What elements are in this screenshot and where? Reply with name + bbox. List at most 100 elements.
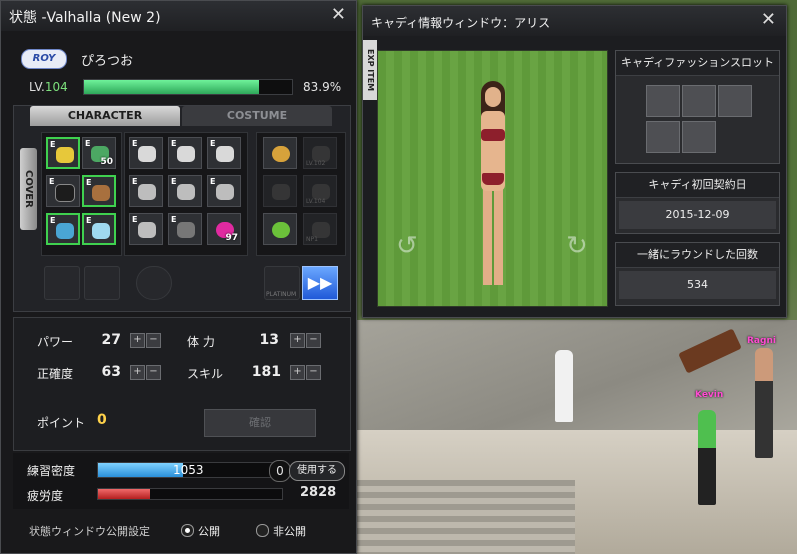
equip-group-items: LV.102 LV.104 NP1 (256, 132, 346, 256)
fast-forward-button[interactable]: ▶▶ (302, 266, 338, 300)
use-button[interactable]: 使用する (289, 461, 345, 481)
club-slot-7[interactable]: E (129, 213, 163, 245)
caddie-info-window: キャディ情報ウィンドウ：アリス ✕ EXP ITEM ↺ ↻ キャディファッショ… (362, 5, 787, 318)
accuracy-plus-button[interactable]: + (130, 365, 145, 380)
cover-toggle[interactable]: COVER (20, 148, 37, 230)
glove-icon (92, 185, 110, 201)
power-minus-button[interactable]: − (146, 333, 161, 348)
npc-ragni[interactable] (755, 348, 773, 458)
skill-plus-button[interactable]: + (290, 365, 305, 380)
item-slot-4[interactable]: LV.104 (303, 175, 337, 207)
item-slot-2[interactable]: LV.102 (303, 137, 337, 169)
close-icon[interactable]: ✕ (331, 4, 346, 25)
player-nickname: ぴろつお (81, 54, 134, 69)
rotate-left-icon[interactable]: ↺ (396, 231, 418, 261)
hair-slot-icon[interactable] (646, 85, 680, 117)
caddie-titlebar[interactable]: キャディ情報ウィンドウ：アリス ✕ (363, 6, 786, 36)
club-slot-1[interactable]: E (129, 137, 163, 169)
glove-slot-icon[interactable] (646, 121, 680, 153)
equip-mark-icon: E (49, 177, 55, 186)
rotate-right-icon[interactable]: ↻ (566, 231, 588, 261)
platinum-slot[interactable]: PLATINUM (264, 266, 300, 300)
skill-value: 181 (251, 364, 281, 380)
public-radio[interactable] (181, 524, 194, 537)
npc-white[interactable] (555, 350, 573, 422)
hat-icon (56, 147, 74, 163)
sub-slot-1[interactable] (44, 266, 80, 300)
iron-icon (216, 184, 234, 200)
caddie-head (485, 87, 501, 107)
hat-slot[interactable]: E (46, 137, 80, 169)
club-slot-5[interactable]: E (168, 175, 202, 207)
fashion-slot-box: キャディファッションスロット (615, 50, 780, 164)
item-slot-6[interactable]: NP1 (303, 213, 337, 245)
accuracy-minus-button[interactable]: − (146, 365, 161, 380)
item-slot-1[interactable] (263, 137, 297, 169)
level-label: LV.104 (29, 80, 68, 94)
practice-pill: 0 (269, 460, 291, 482)
npc-name-kevin: Kevin (695, 390, 724, 400)
practice-bar: 1053 (97, 462, 283, 478)
close-icon[interactable]: ✕ (761, 9, 776, 30)
shoe-slot-icon[interactable] (682, 121, 716, 153)
club-slot-8[interactable]: E (168, 213, 202, 245)
equip-mark-icon: E (210, 177, 216, 186)
slot-level-text: NP1 (306, 236, 318, 243)
lock-icon (272, 184, 290, 200)
club-slot-6[interactable]: E (207, 175, 241, 207)
slot-count: 97 (225, 233, 238, 243)
top-slot-icon[interactable] (682, 85, 716, 117)
shoes-slot[interactable]: E (82, 213, 116, 245)
contract-date-title: キャディ初回契約日 (616, 173, 779, 198)
ball-slot[interactable]: 97 (207, 213, 241, 245)
iron-icon (138, 184, 156, 200)
equip-group-clubs: E E E E E E E E 97 (124, 132, 248, 256)
points-value: 0 (97, 412, 107, 428)
sub-slot-2[interactable] (84, 266, 120, 300)
sub-slot-3[interactable] (136, 266, 172, 300)
pants-slot[interactable]: E (46, 213, 80, 245)
shirt-icon (55, 184, 75, 202)
fatigue-bar-fill (98, 489, 150, 499)
item-slot-3[interactable] (263, 175, 297, 207)
club-slot-4[interactable]: E (129, 175, 163, 207)
fatigue-bar (97, 488, 283, 500)
bottom-slot-icon[interactable] (718, 85, 752, 117)
pants-icon (56, 223, 74, 239)
visibility-label: 状態ウィンドウ公開設定 (29, 525, 150, 538)
tab-costume[interactable]: COSTUME (182, 106, 332, 126)
tab-character[interactable]: CHARACTER (30, 106, 180, 126)
driver-icon (138, 146, 156, 162)
slot-count: 50 (100, 157, 113, 167)
glove-slot[interactable]: E (82, 175, 116, 207)
shoes-icon (92, 223, 110, 239)
equip-group-clothes: E E 50 E E E E (41, 132, 122, 256)
shirt-slot[interactable]: E (46, 175, 80, 207)
private-radio[interactable] (256, 524, 269, 537)
rounds-title: 一緒にラウンドした回数 (616, 243, 779, 268)
accessory-slot[interactable]: E 50 (82, 137, 116, 169)
club-slot-3[interactable]: E (207, 137, 241, 169)
stamina-minus-button[interactable]: − (306, 333, 321, 348)
skill-label: スキル (187, 367, 224, 381)
skill-minus-button[interactable]: − (306, 365, 321, 380)
exp-item-tab[interactable]: EXP ITEM (363, 40, 377, 100)
caddie-model-viewer[interactable]: ↺ ↻ (377, 50, 608, 307)
power-plus-button[interactable]: + (130, 333, 145, 348)
fatigue-label: 疲労度 (27, 489, 64, 503)
xp-bar (83, 79, 293, 95)
level-value: 104 (44, 80, 68, 94)
contract-date-box: キャディ初回契約日 2015-12-09 (615, 172, 780, 234)
confirm-button[interactable]: 確認 (204, 409, 316, 437)
club-slot-2[interactable]: E (168, 137, 202, 169)
public-label[interactable]: 公開 (198, 523, 220, 539)
caddie-legs (483, 185, 503, 285)
private-label[interactable]: 非公開 (273, 523, 306, 539)
caddie-title: キャディ情報ウィンドウ：アリス (371, 16, 551, 30)
npc-kevin[interactable] (698, 410, 716, 505)
equip-mark-icon: E (210, 139, 216, 148)
item-slot-5[interactable] (263, 213, 297, 245)
status-titlebar[interactable]: 状態 -Valhalla (New 2) ✕ (1, 1, 356, 31)
stamina-plus-button[interactable]: + (290, 333, 305, 348)
accuracy-label: 正確度 (37, 367, 74, 381)
